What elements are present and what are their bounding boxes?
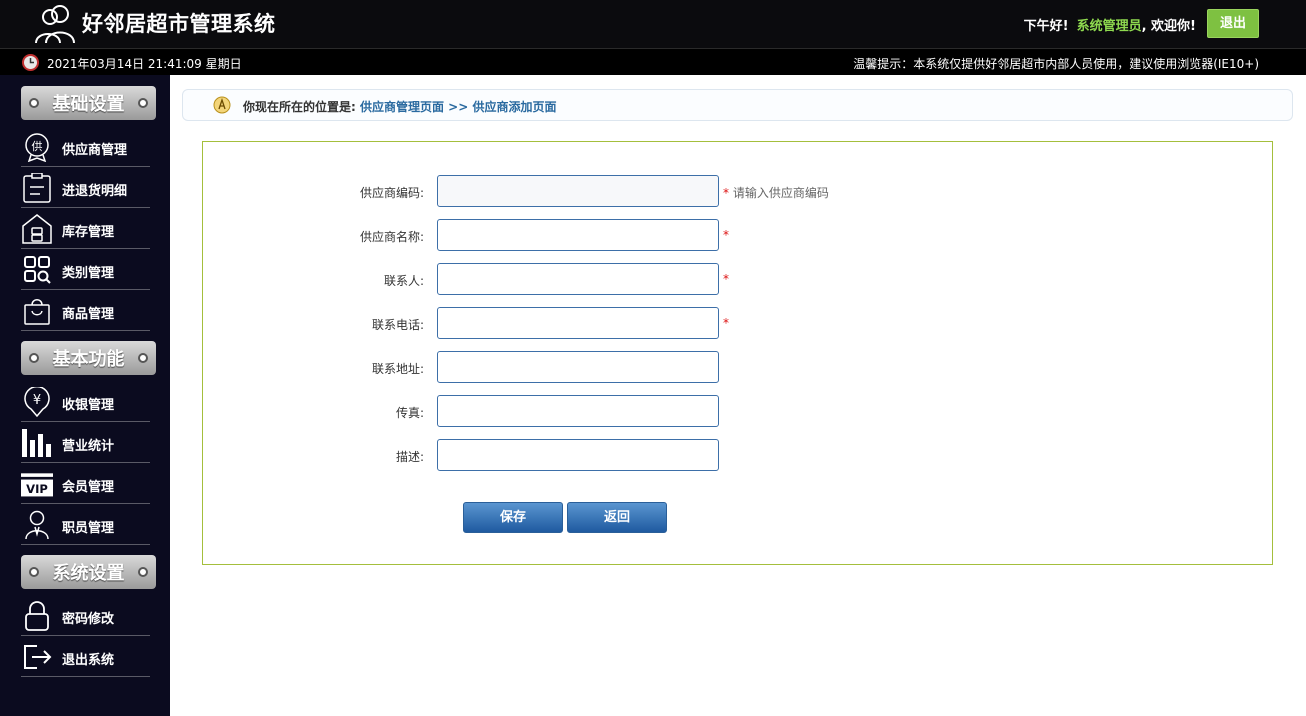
sidebar-item-exit[interactable]: 退出系统 xyxy=(21,636,150,677)
svg-text:供: 供 xyxy=(32,139,43,153)
sidebar-item-label: 密码修改 xyxy=(62,612,115,627)
contact-person-input[interactable] xyxy=(437,263,719,295)
exit-icon xyxy=(24,645,52,669)
sidebar-item-stock-detail[interactable]: 进退货明细 xyxy=(21,167,150,208)
sidebar-item-staff[interactable]: 职员管理 xyxy=(21,504,150,545)
section-header-basic-settings: 基础设置 xyxy=(21,86,156,120)
sidebar-item-label: 职员管理 xyxy=(62,521,115,536)
warehouse-icon xyxy=(22,214,52,244)
bar-chart-icon xyxy=(22,429,51,457)
back-button[interactable]: 返回 xyxy=(567,502,667,533)
supplier-icon: 供 xyxy=(25,133,49,162)
breadcrumb-separator: >> xyxy=(444,100,473,114)
breadcrumb-prefix: 你现在所在的位置是: xyxy=(243,100,360,114)
supplier-code-input[interactable] xyxy=(437,175,719,207)
current-user: 系统管理员 xyxy=(1076,19,1142,34)
sidebar-item-label: 供应商管理 xyxy=(62,143,128,158)
field-label: 传真: xyxy=(395,406,424,420)
sidebar-item-goods[interactable]: 商品管理 xyxy=(21,290,150,331)
users-logo-icon xyxy=(35,5,75,44)
category-grid-icon xyxy=(24,256,51,284)
required-marker: * xyxy=(723,228,729,242)
section-header-basic-functions: 基本功能 xyxy=(21,341,156,375)
form-row-supplier-name: 供应商名称: * xyxy=(203,219,1274,251)
sidebar-item-password[interactable]: 密码修改 xyxy=(21,595,150,636)
sidebar-item-label: 库存管理 xyxy=(62,225,115,240)
section-title: 基本功能 xyxy=(52,349,125,370)
field-hint: 请输入供应商编码 xyxy=(732,186,829,200)
field-label: 描述: xyxy=(395,450,424,464)
form-row-phone: 联系电话: * xyxy=(203,307,1274,339)
sidebar-item-supplier[interactable]: 供 供应商管理 xyxy=(21,126,150,167)
svg-text:¥: ¥ xyxy=(33,393,41,408)
sidebar-item-label: 商品管理 xyxy=(62,307,115,322)
sidebar-item-cashier[interactable]: ¥ 收银管理 xyxy=(21,381,150,422)
svg-text:VIP: VIP xyxy=(26,482,48,496)
vip-card-icon: VIP xyxy=(21,473,53,497)
description-input[interactable] xyxy=(437,439,719,471)
field-label: 供应商编码: xyxy=(359,186,424,200)
top-header: 好邻居超市管理系统 下午好! 系统管理员, 欢迎你! 退出 xyxy=(0,0,1306,48)
sidebar-item-label: 进退货明细 xyxy=(62,184,128,199)
sidebar-item-label: 收银管理 xyxy=(62,398,115,413)
welcome-text: , 欢迎你! xyxy=(1141,19,1196,34)
required-marker: * 请输入供应商编码 xyxy=(723,186,829,200)
tips-text: 温馨提示：本系统仅提供好邻居超市内部人员使用，建议使用浏览器(IE10+) xyxy=(853,57,1259,71)
greeting: 下午好! 系统管理员, 欢迎你! xyxy=(1024,15,1196,34)
current-datetime: 2021年03月14日 21:41:09 星期日 xyxy=(47,57,242,71)
location-icon xyxy=(213,96,231,114)
supplier-add-form: 供应商编码: * 请输入供应商编码 供应商名称: * 联系人: * 联系电话: … xyxy=(202,141,1273,565)
sidebar-item-inventory[interactable]: 库存管理 xyxy=(21,208,150,249)
save-button[interactable]: 保存 xyxy=(463,502,563,533)
section-header-system-settings: 系统设置 xyxy=(21,555,156,589)
sidebar-item-label: 会员管理 xyxy=(62,480,115,495)
dot-icon xyxy=(138,353,148,363)
sidebar-item-label: 类别管理 xyxy=(62,266,115,281)
info-bar: 2021年03月14日 21:41:09 星期日 温馨提示：本系统仅提供好邻居超… xyxy=(0,48,1306,75)
contact-address-input[interactable] xyxy=(437,351,719,383)
dot-icon xyxy=(138,98,148,108)
field-label: 联系地址: xyxy=(371,362,424,376)
logout-button[interactable]: 退出 xyxy=(1207,9,1259,38)
app-title: 好邻居超市管理系统 xyxy=(82,12,276,36)
fax-input[interactable] xyxy=(437,395,719,427)
lock-icon xyxy=(25,601,49,631)
form-row-address: 联系地址: xyxy=(203,351,1274,383)
sidebar-item-statistics[interactable]: 营业统计 xyxy=(21,422,150,463)
section-title: 基础设置 xyxy=(52,94,125,115)
section-title: 系统设置 xyxy=(52,563,125,584)
breadcrumb-link-supplier-add[interactable]: 供应商添加页面 xyxy=(472,100,556,114)
contact-phone-input[interactable] xyxy=(437,307,719,339)
field-label: 联系人: xyxy=(383,274,424,288)
required-marker: * xyxy=(723,316,729,330)
field-label: 供应商名称: xyxy=(359,230,424,244)
dot-icon xyxy=(138,567,148,577)
form-row-fax: 传真: xyxy=(203,395,1274,427)
sidebar-item-category[interactable]: 类别管理 xyxy=(21,249,150,290)
sidebar: 基础设置 供 供应商管理 进退货明细 库存管理 类别管理 商品管理 基本功能 ¥… xyxy=(0,75,170,716)
sidebar-item-label: 退出系统 xyxy=(62,653,115,668)
breadcrumb: 你现在所在的位置是: 供应商管理页面 >> 供应商添加页面 xyxy=(182,89,1293,121)
required-marker: * xyxy=(723,272,729,286)
breadcrumb-text: 你现在所在的位置是: 供应商管理页面 >> 供应商添加页面 xyxy=(243,98,556,115)
greeting-text: 下午好! xyxy=(1023,19,1069,34)
sidebar-item-member[interactable]: VIP 会员管理 xyxy=(21,463,150,504)
yuan-pin-icon: ¥ xyxy=(24,387,50,417)
form-row-supplier-code: 供应商编码: * 请输入供应商编码 xyxy=(203,175,1274,207)
shopping-bag-icon xyxy=(24,299,50,325)
clipboard-icon xyxy=(23,173,51,203)
field-label: 联系电话: xyxy=(371,318,424,332)
staff-icon xyxy=(25,510,49,540)
supplier-name-input[interactable] xyxy=(437,219,719,251)
breadcrumb-link-supplier-manage[interactable]: 供应商管理页面 xyxy=(360,100,444,114)
form-row-contact: 联系人: * xyxy=(203,263,1274,295)
form-row-description: 描述: xyxy=(203,439,1274,471)
clock-icon xyxy=(22,54,39,71)
sidebar-item-label: 营业统计 xyxy=(62,439,115,454)
